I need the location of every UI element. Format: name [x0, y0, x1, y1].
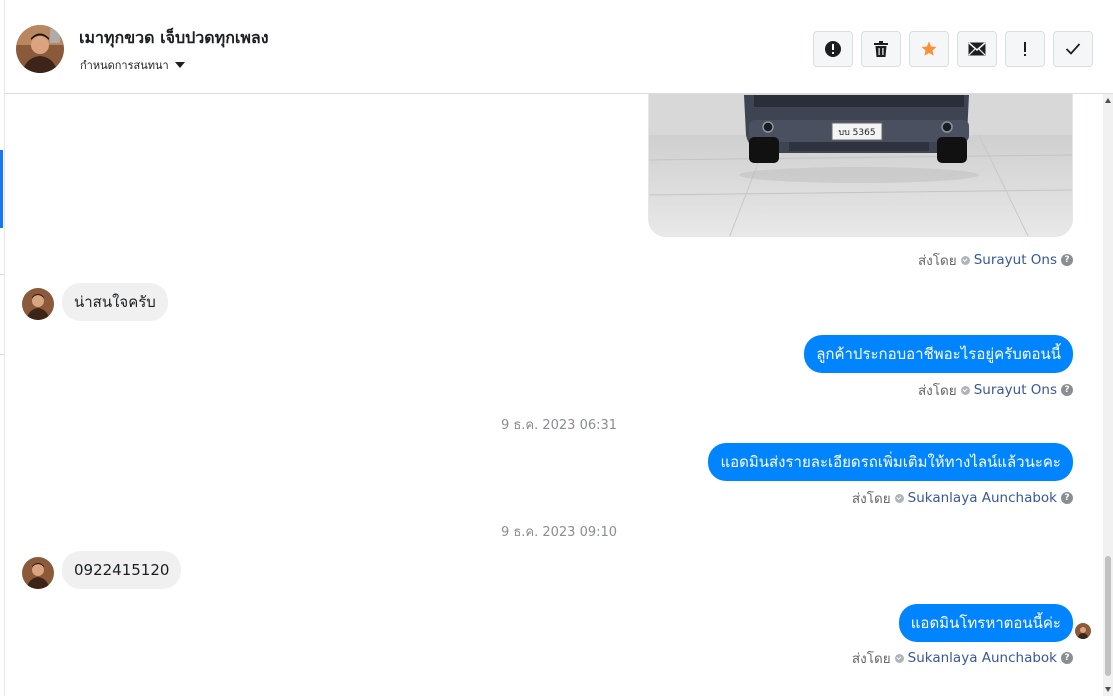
trash-icon — [874, 41, 888, 57]
sent-by-label: ส่งโดย — [851, 491, 891, 507]
scroll-up-arrow-icon[interactable] — [1105, 98, 1111, 103]
scrollbar-thumb[interactable] — [1105, 556, 1111, 676]
sender-name-link[interactable]: Sukanlaya Aunchabok — [908, 490, 1057, 506]
verified-check-icon — [894, 653, 904, 663]
sent-by-label: ส่งโดย — [917, 383, 957, 399]
help-icon[interactable]: ? — [1061, 384, 1073, 396]
contact-avatar-small[interactable] — [22, 288, 54, 320]
outgoing-message-bubble: แอดมินโทรหาตอนนี้ค่ะ — [898, 604, 1073, 642]
incoming-message-bubble: 0922415120 — [62, 551, 182, 589]
help-icon[interactable]: ? — [1061, 492, 1073, 504]
image-attachment[interactable]: บบ 5365 — [648, 94, 1073, 237]
envelope-icon — [968, 42, 986, 56]
sender-name-link[interactable]: Surayut Ons — [974, 252, 1057, 268]
message-timestamp: 9 ธ.ค. 2023 09:10 — [500, 525, 618, 540]
message-thread: บบ 5365 ส่งโดย Surayut Ons ? น่าสนใจครับ… — [5, 94, 1103, 696]
mark-unread-button[interactable] — [957, 31, 997, 67]
help-icon[interactable]: ? — [1061, 652, 1073, 664]
incoming-message-bubble: น่าสนใจครับ — [62, 283, 168, 321]
done-button[interactable] — [1053, 31, 1093, 67]
conversation-header: เมาทุกขวด เจ็บปวดทุกเพลง กำหนดการสนทนา — [5, 0, 1113, 94]
active-conversation-indicator — [0, 150, 3, 228]
star-icon — [921, 41, 937, 56]
conversation-settings-dropdown[interactable]: กำหนดการสนทนา — [80, 56, 185, 74]
verified-check-icon — [960, 385, 970, 395]
delete-button[interactable] — [861, 31, 901, 67]
verified-check-icon — [894, 493, 904, 503]
thread-scrollbar[interactable] — [1103, 94, 1113, 696]
alert-circle-icon — [825, 41, 841, 57]
message-timestamp: 9 ธ.ค. 2023 06:31 — [500, 418, 618, 433]
sent-by-label: ส่งโดย — [917, 253, 957, 269]
conversation-settings-label: กำหนดการสนทนา — [80, 59, 169, 72]
report-button[interactable] — [813, 31, 853, 67]
message-meta: ส่งโดย Sukanlaya Aunchabok ? — [852, 647, 1073, 669]
seen-by-avatar — [1075, 623, 1091, 639]
sender-name-link[interactable]: Sukanlaya Aunchabok — [908, 650, 1057, 666]
chevron-down-icon — [174, 62, 185, 68]
message-meta: ส่งโดย Sukanlaya Aunchabok ? — [852, 487, 1073, 509]
help-icon[interactable]: ? — [1061, 254, 1073, 266]
message-meta: ส่งโดย Surayut Ons ? — [918, 379, 1073, 401]
outgoing-message-bubble: แอดมินส่งรายละเอียดรถเพิ่มเติมให้ทางไลน์… — [708, 443, 1073, 481]
contact-avatar-small[interactable] — [22, 557, 54, 589]
star-button[interactable] — [909, 31, 949, 67]
verified-check-icon — [960, 255, 970, 265]
message-meta: ส่งโดย Surayut Ons ? — [918, 249, 1073, 271]
checkmark-icon — [1065, 43, 1081, 55]
conversation-title: เมาทุกขวด เจ็บปวดทุกเพลง — [79, 28, 269, 47]
scroll-down-arrow-icon[interactable] — [1105, 687, 1111, 692]
sent-by-label: ส่งโดย — [851, 651, 891, 667]
license-plate-text: บบ 5365 — [838, 128, 875, 138]
important-button[interactable] — [1005, 31, 1045, 67]
outgoing-message-bubble: ลูกค้าประกอบอาชีพอะไรอยู่ครับตอนนี้ — [804, 335, 1073, 373]
contact-avatar[interactable] — [16, 25, 64, 73]
exclamation-icon — [1024, 42, 1026, 56]
header-actions — [813, 31, 1093, 67]
sender-name-link[interactable]: Surayut Ons — [974, 382, 1057, 398]
